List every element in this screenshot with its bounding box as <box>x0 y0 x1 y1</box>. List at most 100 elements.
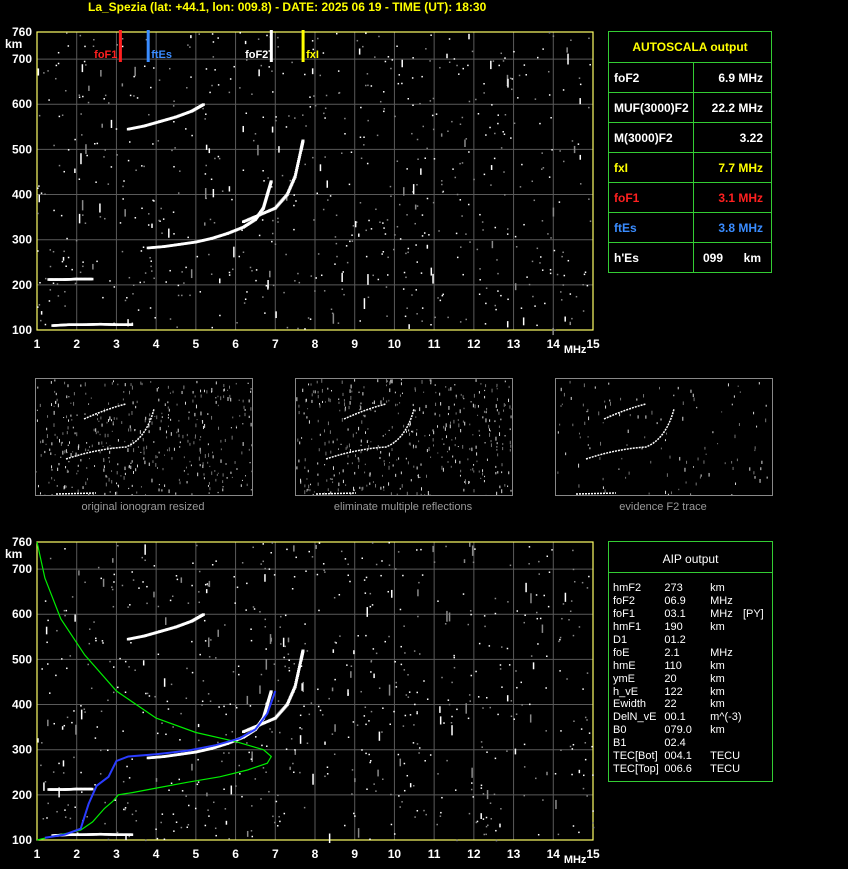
noise-dot <box>49 289 52 291</box>
noise-dot <box>541 624 544 633</box>
noise-dot <box>347 689 349 696</box>
noise-dot <box>74 282 77 285</box>
noise-dot <box>479 268 481 270</box>
noise-dot <box>201 704 203 706</box>
noise-dot <box>363 715 366 717</box>
noise-dot <box>113 666 115 668</box>
noise-dot <box>286 326 289 329</box>
noise-dot <box>529 714 532 723</box>
noise-dot <box>186 87 188 89</box>
traces <box>47 103 305 327</box>
aip-cell <box>743 685 772 698</box>
noise-dot <box>250 639 253 642</box>
noise-dot <box>191 671 194 674</box>
noise-dot <box>317 688 319 691</box>
noise-dot <box>440 133 443 137</box>
autoscala-row: foF1 3.1 MHz <box>609 182 771 213</box>
trace-point-F2x <box>301 649 305 653</box>
noise-dot <box>285 126 288 128</box>
aip-cell: 01.2 <box>664 634 686 646</box>
trace-point-F2x <box>301 139 305 143</box>
noise-dot <box>277 700 280 702</box>
noise-dot <box>81 200 84 211</box>
noise-dot <box>485 833 487 836</box>
noise-dot <box>273 574 276 576</box>
noise-dot <box>437 773 439 775</box>
noise-dot <box>271 731 273 733</box>
noise-dot <box>116 44 118 46</box>
noise-dot <box>415 244 417 246</box>
noise-dot <box>157 605 160 608</box>
noise-dot <box>151 223 153 228</box>
noise-dot <box>218 706 220 708</box>
noise-dot <box>454 176 457 179</box>
noise-dot <box>484 323 487 325</box>
noise-dot <box>104 217 106 220</box>
noise-dot <box>434 316 436 319</box>
noise-dot <box>251 805 253 807</box>
noise-dot <box>407 97 410 100</box>
x-tick-label: 4 <box>153 847 160 861</box>
aip-cell: MHz <box>710 595 733 608</box>
noise-dot <box>254 778 257 780</box>
noise-dot <box>212 41 215 43</box>
noise-dot <box>365 32 367 35</box>
noise-dot <box>399 758 402 767</box>
noise-dot <box>467 64 469 67</box>
noise-dot <box>499 668 502 670</box>
noise-dot <box>555 799 557 810</box>
noise-dot <box>530 593 532 604</box>
noise-dot <box>550 117 552 119</box>
noise-dot <box>202 680 205 682</box>
noise-dot <box>484 625 486 628</box>
noise-dot <box>156 837 159 840</box>
noise-dot <box>78 213 81 224</box>
noise-dot <box>323 569 325 571</box>
noise-dot <box>551 149 553 151</box>
noise-dot <box>137 309 140 311</box>
noise-dot <box>508 664 511 666</box>
trace-point-F2_2hop <box>201 103 205 106</box>
noise-dot <box>523 64 526 66</box>
noise-dot <box>134 217 137 219</box>
noise-dot <box>79 271 82 274</box>
noise-dot <box>294 749 296 751</box>
noise-dot <box>571 773 573 776</box>
noise-dot <box>246 830 249 837</box>
noise-dot <box>375 563 378 566</box>
noise-dot <box>494 304 497 307</box>
noise-dot <box>192 562 194 564</box>
noise-dot <box>451 120 453 123</box>
noise-dot <box>294 280 296 282</box>
aip-cell <box>710 634 743 647</box>
noise-dot <box>155 828 157 831</box>
noise-dot <box>40 319 42 322</box>
noise-dot <box>258 69 260 77</box>
noise-dot <box>323 112 325 115</box>
noise-dot <box>309 96 311 98</box>
noise-dot <box>378 35 380 38</box>
noise-dot <box>432 545 434 553</box>
noise-dot <box>143 281 145 283</box>
noise-dot <box>416 183 418 186</box>
noise-dot <box>235 706 238 709</box>
noise-dot <box>564 316 566 322</box>
noise-dot <box>208 656 211 658</box>
noise-dot <box>47 619 49 622</box>
noise-dot <box>502 60 505 62</box>
noise-dot <box>398 203 401 206</box>
noise-dot <box>131 813 134 816</box>
noise-dot <box>146 692 149 695</box>
noise-dot <box>269 270 271 278</box>
noise-dot <box>196 783 199 786</box>
noise-dot <box>481 221 484 223</box>
noise-dot <box>63 609 66 612</box>
noise-dot <box>441 676 443 679</box>
noise-dot <box>575 295 578 298</box>
noise-dot <box>432 128 435 131</box>
noise-dot <box>490 165 493 170</box>
noise-dot <box>375 652 378 655</box>
trace-point-Es <box>130 323 134 326</box>
noise-dot <box>554 772 557 775</box>
noise-dot <box>486 751 488 753</box>
